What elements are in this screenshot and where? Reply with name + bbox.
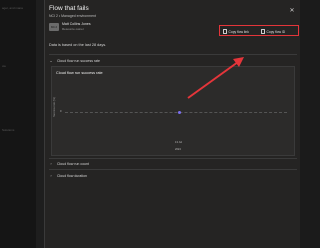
y-axis-label: Success rate (%)	[53, 97, 56, 117]
section-duration-label: Cloud flow duration	[57, 173, 87, 178]
copy-icon	[223, 29, 227, 34]
copy-flow-id-button[interactable]: Copy flow ID	[261, 28, 285, 35]
owner-info: MCJ Matt Collins Jones Resource owner	[49, 22, 91, 31]
copy-flow-link-label: Copy flow link	[228, 29, 249, 34]
owner-role: Resource owner	[62, 27, 84, 31]
chart-title: Cloud flow run success rate	[56, 71, 103, 75]
x-tick-label-year: 2024	[175, 148, 181, 151]
success-rate-chart-card: Cloud flow run success rate Success rate…	[51, 66, 295, 156]
section-success-rate-label: Cloud flow run success rate	[57, 58, 100, 63]
avatar: MCJ	[49, 22, 59, 31]
chevron-right-icon: ›	[50, 173, 52, 178]
divider	[49, 54, 297, 55]
chart-baseline	[65, 112, 287, 113]
x-tick-label-date: 13 Jul	[175, 141, 182, 144]
owner-name: Matt Collins Jones	[62, 22, 91, 26]
background-nav-item: ow	[2, 64, 6, 68]
close-button[interactable]: ✕	[289, 8, 295, 14]
copy-flow-link-button[interactable]: Copy flow link	[223, 28, 249, 35]
panel-title: Flow that fails	[49, 5, 89, 12]
section-run-count-toggle[interactable]: › Cloud flow run count	[49, 161, 89, 166]
chevron-right-icon: ›	[50, 161, 52, 166]
chevron-down-icon: ⌄	[49, 58, 53, 63]
data-point[interactable]	[178, 110, 181, 114]
data-range-note: Data is based on the last 28 days.	[49, 43, 107, 47]
background-scroll-area	[36, 0, 44, 248]
divider	[49, 158, 297, 159]
section-run-count-label: Cloud flow run count	[57, 161, 89, 166]
background-nav-item: Solutions	[2, 128, 15, 132]
flow-details-panel: Flow that fails NCI 2 • Managed environm…	[44, 0, 300, 248]
copy-icon	[261, 29, 265, 34]
section-duration-toggle[interactable]: › Cloud flow duration	[49, 173, 87, 178]
copy-buttons-highlight: Copy flow link Copy flow ID	[219, 25, 299, 36]
background-header-text: ager, and mana	[2, 6, 23, 10]
section-success-rate-toggle[interactable]: ⌄ Cloud flow run success rate	[49, 58, 100, 63]
close-icon: ✕	[289, 8, 295, 14]
copy-flow-id-label: Copy flow ID	[266, 29, 286, 34]
divider	[49, 169, 297, 170]
y-tick-label: 0	[60, 110, 62, 113]
environment-subtitle: NCI 2 • Managed environment	[49, 14, 96, 18]
